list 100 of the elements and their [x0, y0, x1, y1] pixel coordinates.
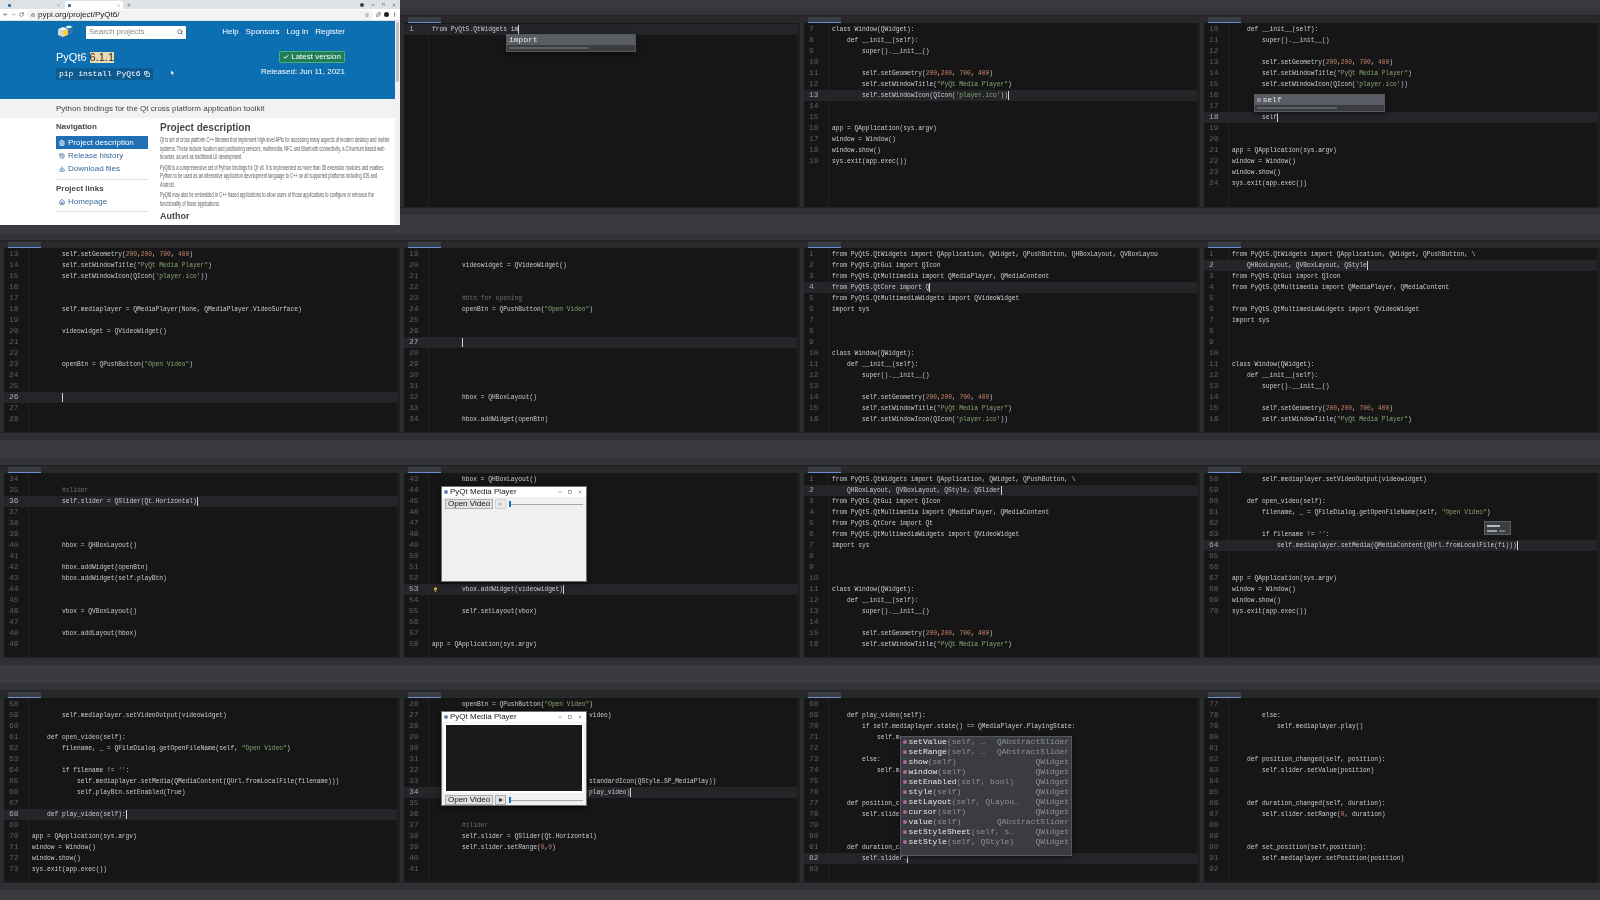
- completion-item[interactable]: show(self) QWidget: [901, 757, 1071, 767]
- menu-icon[interactable]: [392, 12, 397, 17]
- editor-tab[interactable]: [8, 692, 41, 698]
- line-number: 7: [809, 315, 814, 324]
- editor-tab[interactable]: [808, 692, 841, 698]
- editor-tab[interactable]: [1208, 467, 1241, 473]
- editor-tab[interactable]: [8, 467, 41, 473]
- avatar-icon[interactable]: [384, 12, 389, 17]
- completion-item[interactable]: import: [507, 35, 635, 45]
- editor-tab[interactable]: [408, 467, 441, 473]
- slider-thumb[interactable]: [509, 797, 512, 803]
- url-field[interactable]: pypi.org/project/PyQt6/: [27, 9, 373, 20]
- sidebar-nav-item[interactable]: Download files: [56, 162, 148, 175]
- new-tab-icon[interactable]: [127, 3, 131, 7]
- completion-item[interactable]: setEnabled(self, bool) QWidget: [901, 777, 1071, 787]
- editor-tab[interactable]: [8, 242, 41, 248]
- nav-link[interactable]: Log in: [286, 28, 309, 36]
- line-number: 10: [809, 57, 819, 66]
- editor-tab[interactable]: [808, 17, 841, 23]
- slider-thumb[interactable]: [509, 501, 512, 507]
- line-number: 35: [409, 798, 419, 807]
- circle-icon[interactable]: [360, 2, 364, 7]
- open-video-button[interactable]: Open Video: [445, 795, 494, 805]
- copy-icon[interactable]: [143, 71, 150, 77]
- line-number: 17: [1209, 101, 1219, 110]
- sidebar-nav-item[interactable]: Release history: [56, 149, 148, 162]
- sidebar-nav-item[interactable]: Project description: [56, 136, 148, 149]
- line-number: 38: [9, 518, 19, 527]
- line-number: 67: [1209, 573, 1219, 582]
- maximize-icon[interactable]: [382, 3, 385, 6]
- completion-item[interactable]: setStyle(self, QStyle) QWidget: [901, 837, 1071, 847]
- editor-tab[interactable]: [808, 467, 841, 473]
- editor-tab[interactable]: [1208, 692, 1241, 698]
- editor-tab[interactable]: [1208, 242, 1241, 248]
- browser-tab[interactable]: [5, 1, 63, 9]
- text-cursor: [1276, 112, 1278, 122]
- extensions-icon[interactable]: [376, 12, 381, 17]
- lightbulb-icon[interactable]: [434, 586, 437, 592]
- line-number: 14: [809, 617, 819, 626]
- slider-track[interactable]: [509, 501, 583, 507]
- search-field[interactable]: Search projects: [86, 25, 186, 39]
- cubes-logo-icon[interactable]: [56, 25, 74, 39]
- line-number: 83: [1209, 765, 1219, 774]
- line-number: 58: [9, 699, 19, 708]
- completion-item[interactable]: setStyleSheet(self, s… QWidget: [901, 827, 1071, 837]
- completion-item[interactable]: setRange(self, … QAbstractSlider: [901, 747, 1071, 757]
- project-version: 6.1.1: [89, 52, 115, 63]
- line-number: 62: [1209, 518, 1219, 527]
- nav-link[interactable]: Help: [222, 28, 239, 36]
- search-icon[interactable]: [177, 29, 183, 35]
- bookmark-star-icon[interactable]: [365, 12, 369, 17]
- text-cursor: [1008, 90, 1009, 100]
- close-icon[interactable]: [578, 715, 582, 719]
- editor-tab[interactable]: [408, 17, 441, 23]
- code-line: vbox = QVBoxLayout(): [61, 607, 137, 615]
- line-number: 27: [9, 403, 19, 412]
- completion-item[interactable]: value(self) QAbstractSlider: [901, 817, 1071, 827]
- close-icon[interactable]: [117, 3, 120, 7]
- line-number: 58: [1209, 474, 1219, 483]
- nav-link[interactable]: Sponsors: [245, 28, 280, 36]
- line-number: 4: [1209, 282, 1214, 291]
- window-icon: [444, 490, 448, 494]
- slider-track[interactable]: [509, 797, 583, 803]
- minimize-icon[interactable]: [558, 490, 562, 494]
- code-line: class Window(QWidget):: [832, 25, 915, 33]
- latest-version-button[interactable]: Latest version: [279, 51, 345, 63]
- code-line: class Window(QWidget):: [832, 349, 915, 357]
- line-number: 49: [409, 540, 419, 549]
- line-number: 23: [409, 293, 419, 302]
- editor-tab[interactable]: [408, 692, 441, 698]
- maximize-icon[interactable]: [568, 715, 572, 719]
- play-button[interactable]: [495, 795, 507, 805]
- editor-tab[interactable]: [1208, 17, 1241, 23]
- completion-item[interactable]: cursor(self) QWidget: [901, 807, 1071, 817]
- reload-icon[interactable]: [19, 12, 24, 17]
- forward-icon[interactable]: [11, 12, 16, 17]
- scrollbar-thumb[interactable]: [396, 22, 399, 82]
- editor-tab[interactable]: [408, 242, 441, 248]
- browser-tab[interactable]: [65, 1, 123, 9]
- completion-item[interactable]: setValue(self, … QAbstractSlider: [901, 737, 1071, 747]
- completion-item[interactable]: window(self) QWidget: [901, 767, 1071, 777]
- nav-link[interactable]: Register: [315, 28, 345, 36]
- completion-item[interactable]: setLayout(self, QLayou… QWidget: [901, 797, 1071, 807]
- line-number: 75: [809, 776, 819, 785]
- minimize-icon[interactable]: [558, 715, 562, 719]
- sidebar-link[interactable]: Homepage: [56, 196, 148, 208]
- close-icon[interactable]: [578, 490, 582, 494]
- line-number: 7: [809, 24, 814, 33]
- completion-item[interactable]: style(self) QWidget: [901, 787, 1071, 797]
- maximize-icon[interactable]: [568, 490, 572, 494]
- scrollbar[interactable]: [395, 21, 400, 225]
- code-line: from PyQt5.QtWidgets import QApplication, QWidget, QPushButton, QHBoxLayout, QVBoxLayou: [832, 250, 1158, 258]
- open-video-button[interactable]: Open Video: [445, 499, 494, 509]
- completion-item[interactable]: self: [1255, 95, 1384, 105]
- code-line: QHBoxLayout, QVBoxLayout, QStyle: [1246, 261, 1367, 269]
- line-number: 2: [809, 260, 814, 269]
- back-icon[interactable]: [3, 12, 8, 17]
- line-number: 71: [9, 842, 19, 851]
- editor-tab[interactable]: [808, 242, 841, 248]
- line-number: 13: [1209, 381, 1219, 390]
